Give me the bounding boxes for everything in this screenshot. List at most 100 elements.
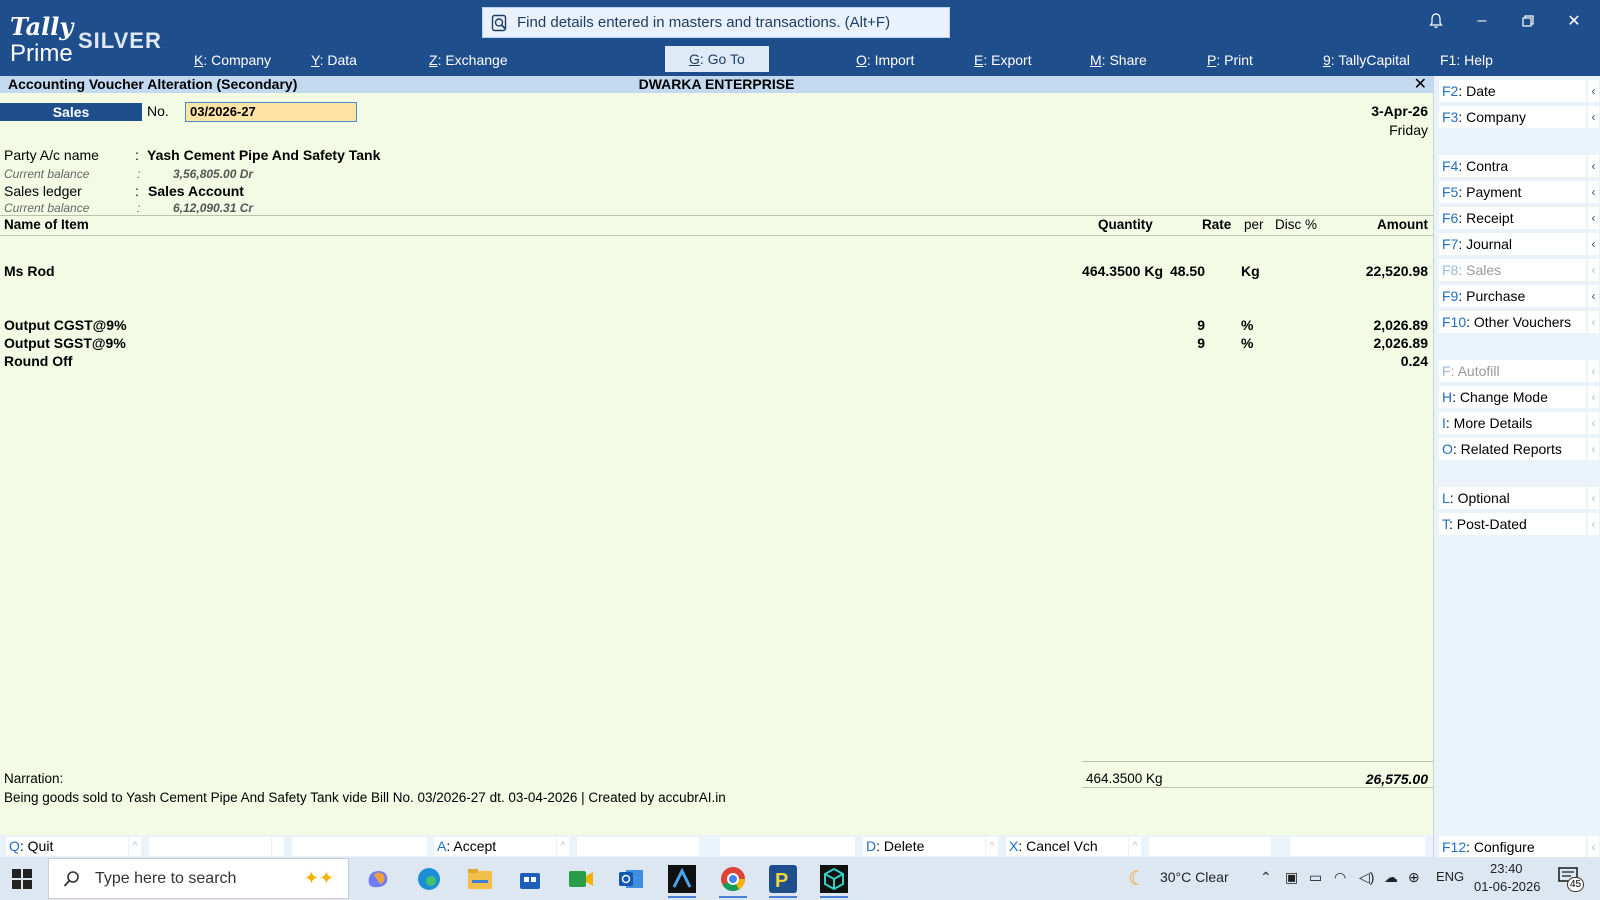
restore-icon[interactable] [1517,10,1539,32]
chevron-left-icon[interactable]: ‹ [1588,285,1599,307]
ledger-rate: 9 [1197,335,1205,351]
minimize-icon[interactable]: – [1471,10,1493,32]
voucher-date[interactable]: 3-Apr-26 [1371,103,1428,119]
optional-button[interactable]: L: Optional [1439,487,1586,509]
related-reports-button[interactable]: O: Related Reports [1439,438,1586,460]
battery-icon[interactable]: ▭ [1309,869,1322,886]
menu-company[interactable]: K: Company [194,50,271,74]
f6-receipt-button[interactable]: F6: Receipt [1439,207,1586,229]
f10-other-vouchers-button[interactable]: F10: Other Vouchers [1439,311,1586,333]
chrome-icon[interactable] [716,863,750,898]
notification-center-icon[interactable]: 45 [1558,865,1584,892]
cancel-voucher-button[interactable]: X: Cancel Vch [1006,837,1128,856]
menu-print[interactable]: P: Print [1207,50,1253,74]
menu-import[interactable]: O: Import [856,50,914,74]
active-indicator [719,896,747,898]
menu-tallycapital[interactable]: 9: TallyCapital [1323,50,1410,74]
narration-field[interactable]: Being goods sold to Yash Cement Pipe And… [4,790,726,805]
f5-payment-button[interactable]: F5: Payment [1439,181,1586,203]
post-dated-button[interactable]: T: Post-Dated [1439,513,1586,535]
menu-data[interactable]: Y: Data [311,50,357,74]
item-amount: 22,520.98 [1365,263,1428,279]
edge-icon[interactable] [412,863,446,895]
chevron-left-icon[interactable]: ‹ [1588,80,1599,102]
wifi-icon[interactable]: ◠ [1334,869,1346,886]
menu-key: K [194,52,204,68]
menu-help[interactable]: F1: Help [1440,50,1493,74]
cloud-off-icon[interactable]: ☁ [1384,869,1398,886]
chevron-left-icon[interactable]: ‹ [1588,513,1599,535]
close-screen-icon[interactable]: ✕ [1414,74,1427,94]
f3-company-button[interactable]: F3: Company [1439,106,1586,128]
chevron-left-icon[interactable]: ‹ [1588,311,1599,333]
menu-key: E [974,52,984,68]
divider [0,235,1433,236]
ledger-per: % [1241,317,1254,333]
f7-journal-button[interactable]: F7: Journal [1439,233,1586,255]
chevron-left-icon[interactable]: ‹ [1588,181,1599,203]
delete-button[interactable]: D: Delete [863,837,985,856]
network-icon[interactable]: ⊕ [1408,869,1420,886]
f12-configure-button[interactable]: F12: Configure [1439,836,1586,858]
more-details-button[interactable]: I: More Details [1439,412,1586,434]
meet-icon[interactable] [564,863,598,895]
chevron-left-icon[interactable]: ‹ [1588,106,1599,128]
chevron-left-icon[interactable]: ‹ [1588,438,1599,460]
search-bar[interactable]: Find details entered in masters and tran… [482,7,950,38]
clock-date[interactable]: 01-06-2026 [1474,879,1541,894]
empty-action-slot [1290,837,1425,856]
chevron-left-icon[interactable]: ‹ [1588,207,1599,229]
menu-key: F1 [1440,52,1457,68]
key-label: F6 [1442,210,1459,226]
close-window-icon[interactable]: ✕ [1563,10,1585,32]
menu-label: Data [327,52,357,68]
column-per-header: per [1244,217,1264,232]
column-disc-header: Disc % [1275,217,1318,232]
chevron-left-icon[interactable]: ‹ [1588,412,1599,434]
search-icon [63,870,79,887]
meet-tray-icon[interactable]: ▣ [1285,869,1298,886]
logo-line1: Tally [10,12,74,41]
menu-label: TallyCapital [1338,52,1410,68]
party-name-field[interactable]: Yash Cement Pipe And Safety Tank [147,147,380,163]
menu-go-to[interactable]: G: Go To [665,46,769,72]
menu-export[interactable]: E: Export [974,50,1032,74]
moon-icon: ☾ [1128,868,1146,890]
taskbar-search[interactable]: Type here to search ✦✦ [48,858,349,899]
quit-button[interactable]: Q: Quit [6,837,128,856]
voucher-day: Friday [1389,122,1428,138]
change-mode-button[interactable]: H: Change Mode [1439,386,1586,408]
app-a-icon[interactable] [665,863,699,898]
copilot-icon[interactable] [361,863,395,895]
chevron-left-icon[interactable]: ‹ [1588,836,1599,858]
autofill-button: F: Autofill [1439,360,1586,382]
menu-share[interactable]: M: Share [1090,50,1147,74]
narration-label: Narration: [4,771,64,786]
store-icon[interactable] [513,863,547,895]
chevron-left-icon[interactable]: ‹ [1588,386,1599,408]
button-label: Optional [1457,490,1510,506]
f9-purchase-button[interactable]: F9: Purchase [1439,285,1586,307]
menu-exchange[interactable]: Z: Exchange [429,50,508,74]
language-indicator[interactable]: ENG [1436,869,1464,884]
chevron-left-icon[interactable]: ‹ [1588,233,1599,255]
chevron-left-icon[interactable]: ‹ [1588,487,1599,509]
party-label: Party A/c name [4,147,99,163]
notification-bell-icon[interactable] [1425,10,1447,32]
windows-start-icon[interactable] [12,869,32,889]
f4-contra-button[interactable]: F4: Contra [1439,155,1586,177]
f2-date-button[interactable]: F2: Date [1439,80,1586,102]
key-label: Q [9,838,20,854]
p-app-icon[interactable]: P [766,863,800,898]
chevron-left-icon[interactable]: ‹ [1588,155,1599,177]
voucher-number-field[interactable]: 03/2026-27 [185,102,357,122]
speaker-icon[interactable]: ◁) [1359,869,1374,886]
button-label: Cancel Vch [1026,838,1098,854]
cube-app-icon[interactable] [817,863,851,898]
chevron-up-icon[interactable]: ⌃ [1260,869,1272,886]
accept-button[interactable]: A: Accept [434,837,556,856]
clock-time[interactable]: 23:40 [1490,861,1523,876]
file-explorer-icon[interactable] [463,863,497,895]
sales-ledger-field[interactable]: Sales Account [148,183,244,199]
outlook-icon[interactable] [614,863,648,895]
